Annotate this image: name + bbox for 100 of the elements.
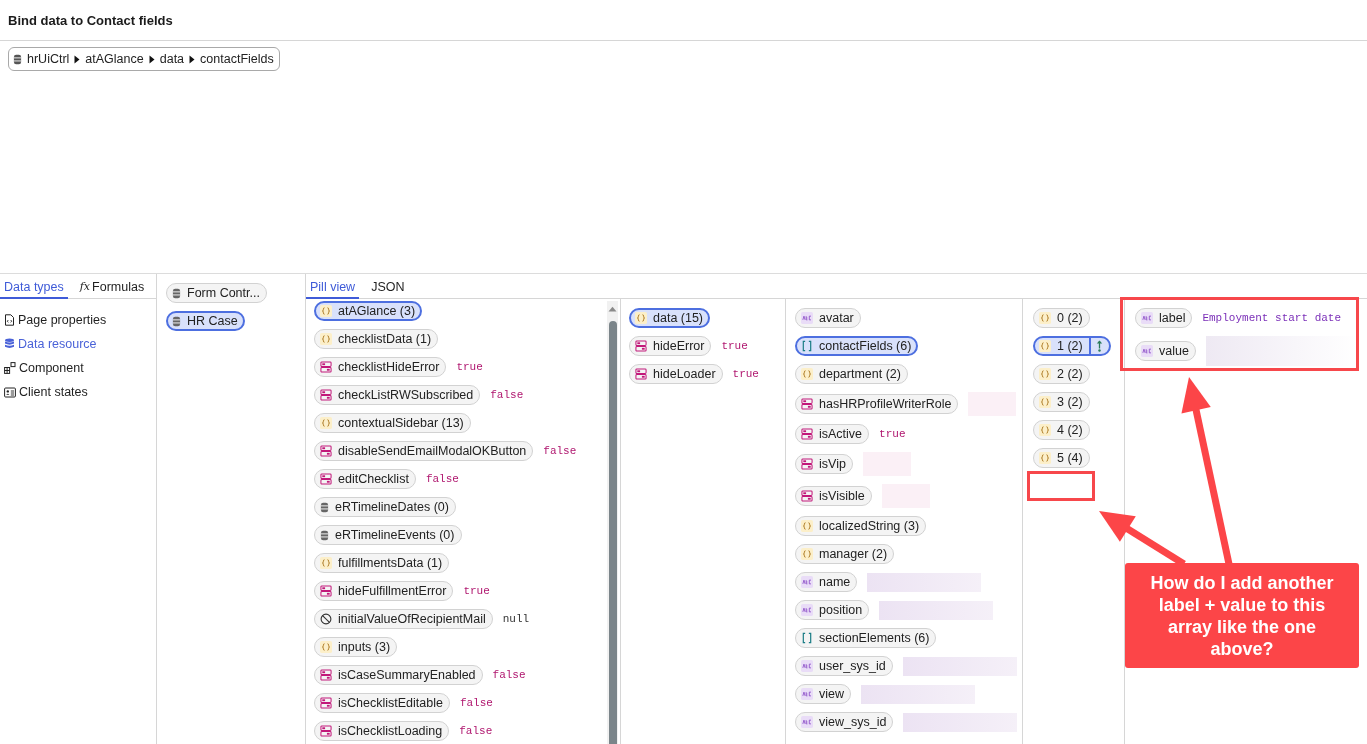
data-pill[interactable]: 2 (2) [1033, 364, 1090, 384]
toggle-icon [320, 445, 332, 457]
nav-item[interactable]: Data resource [0, 332, 156, 356]
view-tab[interactable]: JSON [367, 274, 409, 299]
toggle-icon [801, 458, 813, 470]
view-tab[interactable]: Pill view [306, 274, 360, 299]
data-pill[interactable]: data (15) [629, 308, 711, 328]
data-pill[interactable]: contactFields (6) [795, 336, 919, 356]
text-type-icon [1141, 345, 1153, 357]
formula-icon: fx [79, 280, 91, 293]
data-pill[interactable]: eRTimelineEvents (0) [314, 525, 462, 545]
breadcrumb-item[interactable]: hrUiCtrl [27, 52, 70, 66]
data-pill[interactable]: editChecklist [314, 469, 416, 489]
braces-icon [1039, 312, 1051, 324]
caret-icon [74, 54, 81, 64]
data-pill[interactable]: sectionElements (6) [795, 628, 937, 648]
dialog-title: Bind data to Contact fields [8, 12, 173, 28]
text-type-icon [801, 716, 813, 728]
data-pill[interactable]: user_sys_id [795, 656, 893, 676]
data-pill[interactable]: 5 (4) [1033, 448, 1090, 468]
breadcrumb-item[interactable]: atAGlance [85, 52, 144, 66]
panel-tab[interactable]: fx Formulas [75, 274, 149, 299]
toggle-icon [801, 398, 813, 410]
braces-icon [1039, 424, 1051, 436]
nav-item[interactable]: Client states [0, 380, 156, 404]
reorder-icon[interactable] [1095, 340, 1103, 352]
toggle-icon [320, 697, 332, 709]
data-pill[interactable]: manager (2) [795, 544, 895, 564]
caret-icon [189, 54, 196, 64]
data-pill[interactable]: isCaseSummaryEnabled [314, 665, 483, 685]
value-text: true [879, 428, 906, 440]
data-pill[interactable]: 0 (2) [1033, 308, 1090, 328]
data-pill[interactable]: contextualSidebar (13) [314, 413, 471, 433]
data-pill[interactable]: localizedString (3) [795, 516, 927, 536]
data-pill[interactable]: isVip [795, 454, 853, 474]
data-pill[interactable]: checkListRWSubscribed [314, 385, 481, 405]
data-pill[interactable]: avatar [795, 308, 861, 328]
text-type-icon [801, 604, 813, 616]
data-pill[interactable]: name [795, 572, 858, 592]
braces-icon [1039, 368, 1051, 380]
scroll-up-icon[interactable] [608, 306, 617, 312]
data-pill[interactable]: department (2) [795, 364, 908, 384]
scrollbar-thumb[interactable] [608, 321, 617, 744]
data-pill[interactable]: 4 (2) [1033, 420, 1090, 440]
caret-icon [148, 54, 155, 64]
braces-icon [320, 305, 332, 317]
data-pill[interactable]: checklistData (1) [314, 329, 439, 349]
data-pill[interactable]: isActive [795, 424, 870, 444]
source-pill[interactable]: HR Case [166, 311, 245, 331]
toggle-icon [635, 368, 647, 380]
data-pill[interactable]: isChecklistLoading [314, 721, 450, 741]
value-text: Employment start date [1202, 312, 1342, 324]
toggle-icon [320, 585, 332, 597]
data-pill[interactable]: 3 (2) [1033, 392, 1090, 412]
panel-tab[interactable]: Data types [0, 274, 68, 299]
toggle-icon [801, 490, 813, 502]
data-pill[interactable]: inputs (3) [314, 637, 398, 657]
data-pill[interactable]: hasHRProfileWriterRole [795, 394, 959, 414]
data-pill[interactable]: value [1135, 341, 1196, 361]
data-pill[interactable]: fulfillmentsData (1) [314, 553, 450, 573]
nav-item[interactable]: Component [0, 356, 156, 380]
data-pill[interactable]: isVisible [795, 486, 872, 506]
breadcrumb-item[interactable]: contactFields [200, 52, 274, 66]
data-pill[interactable]: label [1135, 308, 1193, 328]
data-pill[interactable]: 1 (2) [1033, 336, 1111, 356]
data-pill[interactable]: initialValueOfRecipientMail [314, 609, 493, 629]
braces-icon [320, 417, 332, 429]
text-type-icon [801, 576, 813, 588]
toggle-icon [320, 669, 332, 681]
brackets-icon [801, 632, 813, 644]
breadcrumb-item[interactable]: data [159, 52, 185, 66]
database-icon [320, 529, 329, 541]
toggle-icon [320, 361, 332, 373]
braces-icon [1039, 340, 1051, 352]
value-text: false [425, 473, 459, 485]
source-pill[interactable]: Form Contr... [166, 283, 267, 303]
data-pill[interactable]: position [795, 600, 870, 620]
text-type-icon [1141, 312, 1153, 324]
data-pill[interactable]: hideLoader [629, 364, 723, 384]
data-pill[interactable]: atAGlance (3) [314, 301, 423, 321]
data-pill[interactable]: eRTimelineDates (0) [314, 497, 456, 517]
data-pill[interactable]: view_sys_id [795, 712, 894, 732]
value-text: false [459, 725, 493, 737]
data-pill[interactable]: hideError [629, 336, 712, 356]
braces-icon [320, 557, 332, 569]
nav-item[interactable]: Page properties [0, 308, 156, 332]
data-pill[interactable]: hideFulfillmentError [314, 581, 454, 601]
value-text: true [463, 585, 490, 597]
database-icon [172, 315, 181, 327]
data-pill[interactable]: disableSendEmailModalOKButton [314, 441, 534, 461]
value-text: false [492, 669, 526, 681]
data-pill[interactable]: view [795, 684, 851, 704]
braces-icon [801, 548, 813, 560]
braces-icon [1039, 452, 1051, 464]
data-pill[interactable]: isChecklistEditable [314, 693, 450, 713]
value-text: false [543, 445, 577, 457]
null-icon [320, 613, 332, 625]
braces-icon [801, 368, 813, 380]
scrollbar-track[interactable] [607, 301, 618, 744]
data-pill[interactable]: checklistHideError [314, 357, 447, 377]
